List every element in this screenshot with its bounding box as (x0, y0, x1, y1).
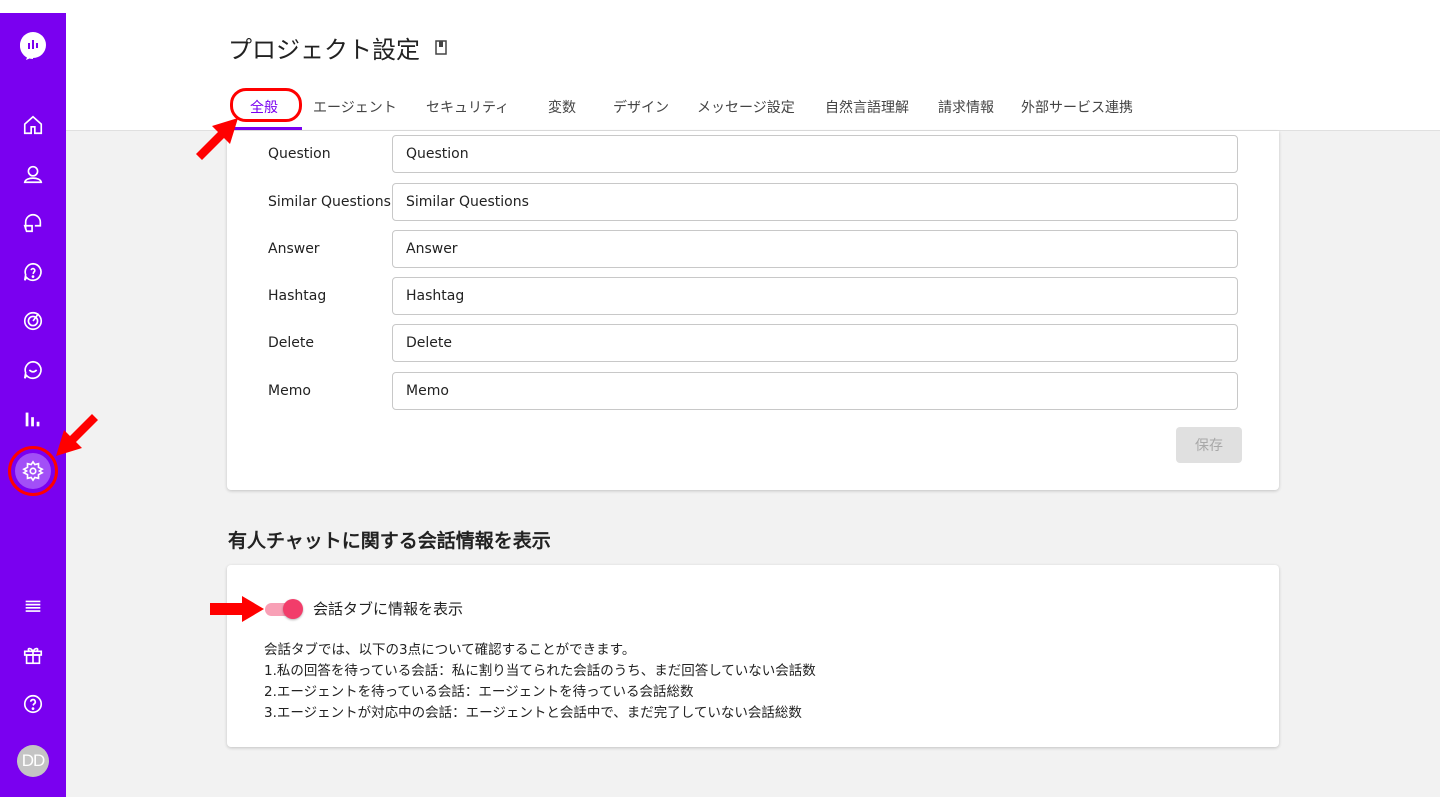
menu-icon[interactable] (20, 593, 46, 619)
avatar[interactable]: DD (17, 745, 49, 777)
tab-agent[interactable]: エージェント (313, 92, 397, 122)
field-row-similar-questions: Similar Questions Similar Questions (268, 183, 1238, 221)
field-label: Memo (268, 383, 311, 399)
description-line: 会話タブでは、以下の3点について確認することができます。 (264, 642, 636, 658)
settings-button[interactable] (8, 446, 58, 496)
active-tab-indicator (232, 127, 302, 130)
page-title: プロジェクト設定 (228, 30, 448, 65)
chat-icon[interactable] (20, 210, 46, 236)
hashtag-input[interactable]: Hashtag (392, 277, 1238, 315)
delete-input[interactable]: Delete (392, 324, 1238, 362)
tab-design[interactable]: デザイン (613, 92, 669, 122)
help-icon[interactable] (20, 691, 46, 717)
tab-variables[interactable]: 変数 (548, 92, 576, 122)
field-label: Hashtag (268, 288, 327, 304)
bookmark-icon[interactable] (434, 39, 448, 56)
conversation-info-card: 会話タブに情報を表示 会話タブでは、以下の3点について確認することができます。 … (227, 565, 1279, 747)
section-title: 有人チャットに関する会話情報を表示 (228, 530, 551, 552)
similar-questions-input[interactable]: Similar Questions (392, 183, 1238, 221)
field-label: Answer (268, 241, 320, 257)
memo-input[interactable]: Memo (392, 372, 1238, 410)
field-row-question: Question Question (268, 135, 1238, 173)
answer-input[interactable]: Answer (392, 230, 1238, 268)
arrow-annotation-icon (210, 596, 264, 622)
tab-message-settings[interactable]: メッセージ設定 (697, 92, 795, 122)
tab-security[interactable]: セキュリティ (426, 92, 509, 122)
field-row-memo: Memo Memo (268, 372, 1238, 410)
description: 会話タブでは、以下の3点について確認することができます。 1.私の回答を待ってい… (264, 640, 816, 724)
tab-billing[interactable]: 請求情報 (938, 92, 994, 122)
tab-integrations[interactable]: 外部サービス連携 (1021, 92, 1133, 122)
description-line: 2.エージェントを待っている会話：エージェントを待っている会話総数 (264, 684, 694, 700)
settings-icon (22, 460, 44, 482)
app-logo-icon[interactable] (18, 31, 48, 61)
arrow-annotation-icon (56, 414, 98, 456)
sidebar: DD (0, 13, 66, 797)
user-icon[interactable] (20, 161, 46, 187)
field-row-answer: Answer Answer (268, 230, 1238, 268)
message-icon[interactable] (20, 357, 46, 383)
page-title-text: プロジェクト設定 (228, 36, 420, 64)
gift-icon[interactable] (20, 642, 46, 668)
field-row-delete: Delete Delete (268, 324, 1238, 362)
field-row-hashtag: Hashtag Hashtag (268, 277, 1238, 315)
question-input[interactable]: Question (392, 135, 1238, 173)
arrow-annotation-icon (196, 118, 238, 160)
home-icon[interactable] (20, 112, 46, 138)
target-icon[interactable] (20, 308, 46, 334)
field-label: Similar Questions (268, 194, 391, 210)
description-line: 1.私の回答を待っている会話：私に割り当てられた会話のうち、まだ回答していない会… (264, 663, 816, 679)
toggle-label: 会話タブに情報を表示 (313, 600, 464, 618)
field-label: Delete (268, 335, 314, 351)
toggle-knob (283, 599, 303, 619)
tab-general[interactable]: 全般 (250, 92, 278, 122)
analytics-icon[interactable] (20, 406, 46, 432)
save-button[interactable]: 保存 (1176, 427, 1242, 463)
description-line: 3.エージェントが対応中の会話：エージェントと会話中で、まだ完了していない会話総… (264, 705, 802, 721)
show-info-toggle[interactable] (265, 599, 303, 619)
field-labels-card: Question Question Similar Questions Simi… (227, 131, 1279, 490)
tab-nlu[interactable]: 自然言語理解 (825, 92, 909, 122)
field-label: Question (268, 146, 331, 162)
faq-icon[interactable] (20, 259, 46, 285)
